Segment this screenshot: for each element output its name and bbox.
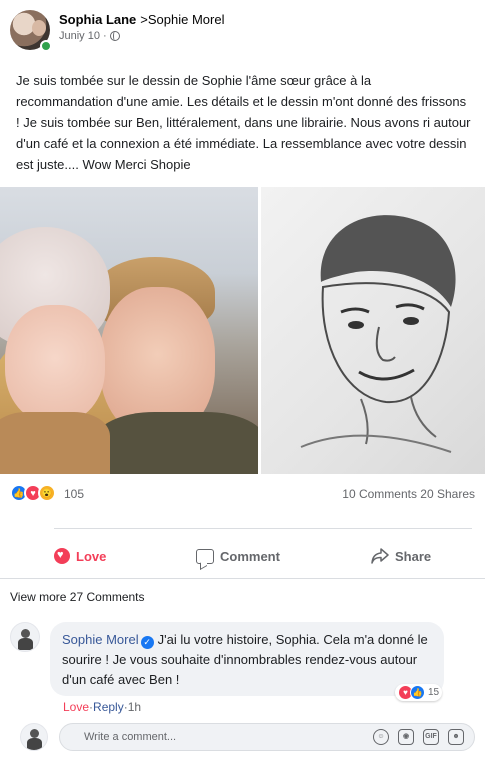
pencil-sketch-photo[interactable] bbox=[261, 187, 485, 474]
view-more-comments-link[interactable]: View more 27 Comments bbox=[10, 590, 145, 604]
comment-reply-link[interactable]: Reply bbox=[93, 700, 124, 714]
divider bbox=[0, 578, 485, 579]
comment-icon bbox=[196, 548, 214, 564]
sticker-icon[interactable]: ☻ bbox=[448, 729, 464, 745]
divider bbox=[54, 528, 472, 529]
verified-icon: ✓ bbox=[140, 636, 154, 649]
online-status-dot bbox=[40, 40, 52, 52]
comments-shares-count[interactable]: 10 Comments 20 Shares bbox=[342, 487, 475, 501]
target-page-name[interactable]: >Sophie Morel bbox=[140, 12, 224, 27]
commenter-avatar[interactable] bbox=[10, 622, 40, 652]
gif-icon[interactable]: GIF bbox=[423, 729, 439, 745]
share-button[interactable]: Share bbox=[371, 540, 431, 572]
love-label: Love bbox=[76, 548, 107, 564]
comment-placeholder: Write a comment... bbox=[84, 731, 177, 743]
reaction-icons[interactable]: 👍 ♥ 😮 bbox=[10, 484, 56, 502]
comment-reaction-count: 15 bbox=[428, 687, 440, 698]
comment-composer: Write a comment... ☺ ◉ GIF ☻ bbox=[10, 722, 475, 752]
comment-input[interactable]: Write a comment... ☺ ◉ GIF ☻ bbox=[59, 723, 475, 751]
comment-love-link[interactable]: Love bbox=[63, 700, 89, 714]
like-icon: 👍 bbox=[410, 685, 425, 700]
post-photos bbox=[0, 187, 485, 474]
comment-bubble: Sophie Morel ✓ J'ai lu votre histoire, Sop… bbox=[50, 622, 444, 696]
post-actions: Love Comment Share bbox=[0, 540, 485, 572]
heart-icon bbox=[54, 548, 70, 564]
comment-button[interactable]: Comment bbox=[196, 540, 280, 572]
post-header: Sophia Lane >Sophie Morel Juniy 10 · bbox=[10, 10, 475, 52]
post-text: Je suis tombée sur le dessin de Sophie l… bbox=[16, 73, 471, 172]
composer-tools: ☺ ◉ GIF ☻ bbox=[373, 729, 464, 745]
reaction-count[interactable]: 105 bbox=[64, 487, 84, 501]
post-date[interactable]: Juniy 10 bbox=[59, 30, 100, 42]
camera-icon[interactable]: ◉ bbox=[398, 729, 414, 745]
couple-photo[interactable] bbox=[0, 187, 258, 474]
comment-reactions[interactable]: ♥ 👍 15 bbox=[395, 684, 443, 701]
love-button[interactable]: Love bbox=[54, 540, 106, 572]
comment-actions: Love · Reply · 1h bbox=[63, 700, 141, 714]
meta-separator: · bbox=[102, 30, 107, 42]
author-name[interactable]: Sophia Lane bbox=[59, 12, 136, 27]
globe-icon bbox=[109, 31, 120, 41]
comment-time[interactable]: 1h bbox=[128, 700, 141, 714]
commenter-name[interactable]: Sophie Morel bbox=[62, 632, 139, 647]
reaction-stats: 👍 ♥ 😮 105 10 Comments 20 Shares bbox=[10, 484, 475, 504]
author-line: Sophia Lane >Sophie Morel bbox=[59, 12, 225, 27]
share-label: Share bbox=[395, 548, 432, 564]
comment-label: Comment bbox=[220, 548, 280, 564]
wow-icon: 😮 bbox=[38, 484, 56, 502]
current-user-avatar bbox=[20, 723, 48, 751]
emoji-icon[interactable]: ☺ bbox=[373, 729, 389, 745]
post-meta: Juniy 10 · bbox=[59, 30, 120, 42]
share-icon bbox=[371, 548, 389, 564]
